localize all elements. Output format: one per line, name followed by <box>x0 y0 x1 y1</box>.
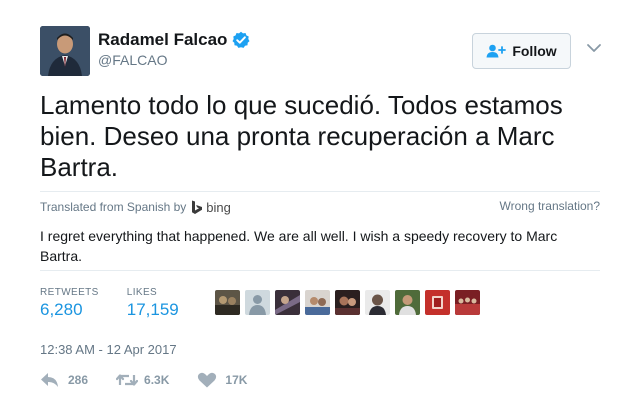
tweet-timestamp[interactable]: 12:38 AM - 12 Apr 2017 <box>40 342 177 357</box>
tweet-card: Radamel Falcao @FALCAO Follow Lamento to… <box>0 0 639 420</box>
bing-label: bing <box>206 199 231 215</box>
favoriter-avatar[interactable] <box>245 290 270 315</box>
likes-label: LIKES <box>126 287 158 298</box>
favoriters-avatars <box>215 290 480 315</box>
divider <box>40 191 600 192</box>
translated-text: I regret everything that happened. We ar… <box>40 228 558 264</box>
translation-bar: Translated from Spanish by bing Wrong tr… <box>40 198 600 216</box>
heart-icon <box>197 372 217 388</box>
retweet-count: 6.3K <box>144 373 170 387</box>
favoriter-avatar[interactable] <box>395 290 420 315</box>
bing-logo[interactable]: bing <box>191 200 231 215</box>
favoriter-avatar[interactable] <box>455 290 480 315</box>
favoriter-avatar[interactable] <box>215 290 240 315</box>
tweet-actions: 286 6.3K 17K <box>40 372 275 388</box>
verified-icon <box>232 31 250 49</box>
favoriter-avatar[interactable] <box>425 290 450 315</box>
caret-down-icon[interactable] <box>586 41 602 53</box>
avatar[interactable] <box>40 26 90 76</box>
wrong-translation-link[interactable]: Wrong translation? <box>500 199 601 213</box>
favoriter-avatar[interactable] <box>365 290 390 315</box>
author-name-row[interactable]: Radamel Falcao <box>98 30 250 50</box>
author-display-name[interactable]: Radamel Falcao <box>98 30 227 50</box>
favoriter-avatar[interactable] <box>335 290 360 315</box>
follow-user-icon <box>486 44 507 58</box>
follow-button-label: Follow <box>512 43 557 59</box>
favoriter-avatar[interactable] <box>305 290 330 315</box>
tweet-stats: RETWEETS 6,280 LIKES 17,159 <box>40 287 207 320</box>
reply-button[interactable]: 286 <box>40 372 88 388</box>
likes-count: 17,159 <box>126 300 179 319</box>
divider <box>40 270 600 271</box>
retweet-icon <box>115 372 139 388</box>
tweet-text: Lamento todo lo que sucedió. Todos estam… <box>40 90 563 182</box>
favoriter-avatar[interactable] <box>275 290 300 315</box>
follow-button[interactable]: Follow <box>472 33 571 69</box>
retweet-button[interactable]: 6.3K <box>115 372 170 388</box>
retweets-stat[interactable]: RETWEETS 6,280 <box>40 287 99 320</box>
like-count: 17K <box>225 373 248 387</box>
bing-icon <box>191 200 203 215</box>
author-handle[interactable]: @FALCAO <box>98 52 167 68</box>
translated-from-label: Translated from Spanish by <box>40 200 187 214</box>
retweets-label: RETWEETS <box>40 287 99 298</box>
reply-count: 286 <box>68 373 89 387</box>
likes-stat[interactable]: LIKES 17,159 <box>127 287 179 320</box>
like-button[interactable]: 17K <box>197 372 247 388</box>
reply-icon <box>40 372 60 388</box>
retweets-count: 6,280 <box>40 300 83 319</box>
